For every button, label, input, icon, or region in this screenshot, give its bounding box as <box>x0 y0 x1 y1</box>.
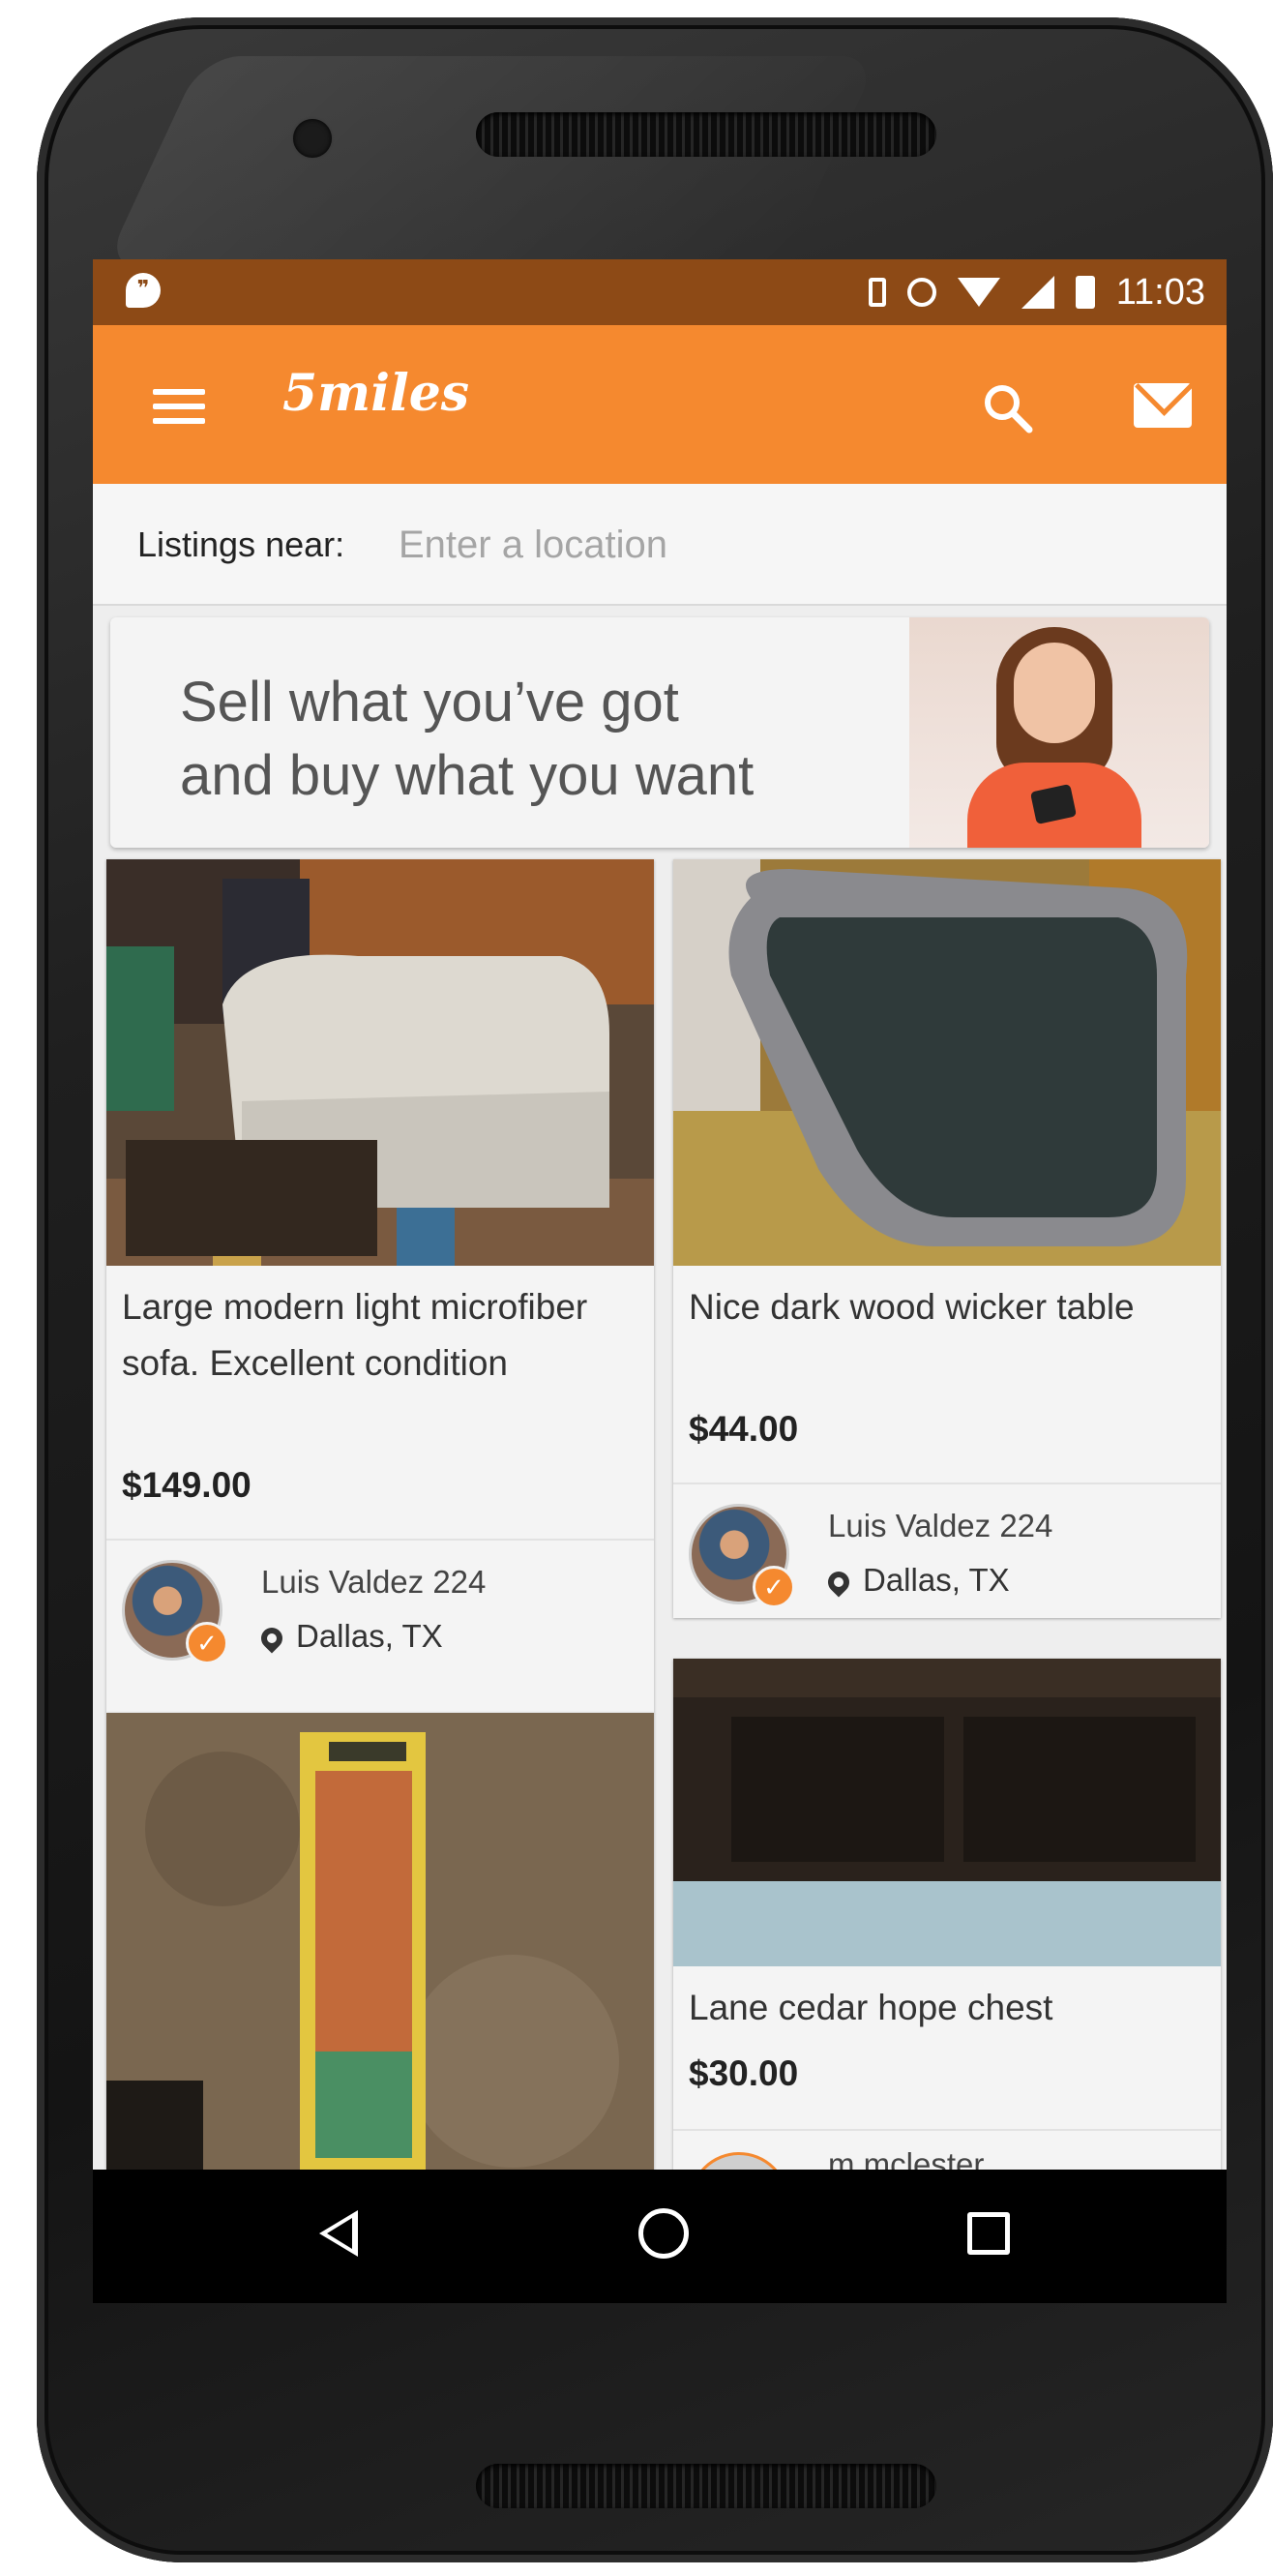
card-divider <box>673 2129 1221 2131</box>
listing-photo <box>673 859 1221 1266</box>
verified-icon: ✓ <box>753 1566 795 1608</box>
back-icon[interactable] <box>319 2210 358 2257</box>
seller-city: Dallas, TX <box>863 1562 1010 1598</box>
listing-title: Lane cedar hope chest <box>689 1988 1053 2027</box>
listing-photo <box>106 859 654 1266</box>
seller-name: Luis Valdez 224 <box>828 1508 1053 1543</box>
listing-card[interactable] <box>106 1713 654 2177</box>
verified-icon: ✓ <box>186 1622 228 1664</box>
status-time: 11:03 <box>1115 271 1205 313</box>
app-logo: 5miles <box>282 364 470 423</box>
listing-card[interactable]: Lane cedar hope chest $30.00 m mclester <box>673 1659 1221 2201</box>
signal-icon <box>1021 276 1054 309</box>
banner-text: Sell what you’ve got and buy what you wa… <box>180 671 755 807</box>
alarm-icon <box>906 278 936 307</box>
location-pin-icon <box>256 1623 287 1654</box>
seller-location: Dallas, TX <box>256 1618 443 1655</box>
menu-icon[interactable] <box>153 389 205 424</box>
system-nav-bar <box>93 2170 1227 2303</box>
wifi-icon <box>957 278 1000 307</box>
listing-photo <box>673 1659 1221 1966</box>
search-icon[interactable] <box>981 381 1033 434</box>
listing-price: $44.00 <box>689 1409 799 1449</box>
listing-price: $149.00 <box>122 1465 252 1505</box>
listing-photo <box>106 1713 654 2177</box>
location-pin-icon <box>823 1567 854 1598</box>
bottom-speaker-grille <box>476 2464 936 2508</box>
status-icons: 11:03 <box>868 269 1205 315</box>
listing-card[interactable]: Large modern light microfiber sofa. Exce… <box>106 859 654 1713</box>
home-icon[interactable] <box>638 2208 689 2259</box>
banner-photo <box>909 617 1209 848</box>
seller-name: Luis Valdez 224 <box>261 1564 487 1600</box>
listing-title: Large modern light microfiber sofa. Exce… <box>122 1287 588 1383</box>
location-input[interactable] <box>397 515 981 575</box>
mail-icon[interactable] <box>1134 383 1192 428</box>
seller-city: Dallas, TX <box>296 1618 443 1654</box>
recents-icon[interactable] <box>967 2212 1010 2255</box>
seller-location: Dallas, TX <box>823 1562 1010 1599</box>
card-divider <box>673 1483 1221 1484</box>
listing-title: Nice dark wood wicker table <box>689 1287 1135 1327</box>
status-bar: ❞ 11:03 <box>93 259 1227 325</box>
front-camera <box>293 119 332 158</box>
location-label: Listings near: <box>137 524 345 564</box>
phone-sheen <box>103 56 880 269</box>
device-screen: ❞ 11:03 5miles Listings near: Sell what … <box>93 259 1227 2303</box>
promo-banner[interactable]: Sell what you’ve got and buy what you wa… <box>110 617 1209 848</box>
app-bar: 5miles <box>93 325 1227 484</box>
card-divider <box>106 1539 654 1541</box>
top-speaker-grille <box>476 112 936 157</box>
hangouts-icon: ❞ <box>126 273 161 308</box>
location-bar: Listings near: <box>93 484 1227 606</box>
listing-price: $30.00 <box>689 2053 799 2093</box>
listing-card[interactable]: Nice dark wood wicker table $44.00 ✓ Lui… <box>673 859 1221 1618</box>
vibrate-icon <box>868 278 886 307</box>
battery-icon <box>1075 276 1095 309</box>
